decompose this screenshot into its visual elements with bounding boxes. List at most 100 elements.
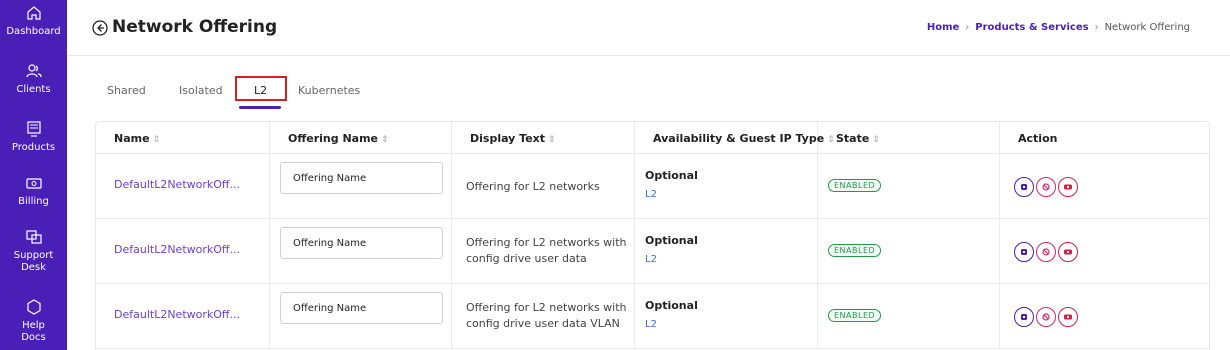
display-text-line: config drive user data: [466, 252, 587, 265]
main-content: Network Offering Home › Products & Service…: [67, 0, 1230, 350]
help-icon: [25, 298, 43, 316]
table-row: DefaultL2NetworkOff... Offering for L2 n…: [96, 219, 1209, 284]
sidebar-item-billing[interactable]: Billing: [0, 174, 67, 208]
cell-action: [1000, 154, 1209, 219]
tab-highlight-box: [235, 76, 287, 101]
breadcrumb-home[interactable]: Home: [927, 22, 959, 33]
sort-icon: ⇕: [872, 135, 880, 145]
offering-name-input[interactable]: [280, 162, 443, 194]
status-badge: ENABLED: [828, 244, 882, 257]
edit-icon: [1021, 249, 1027, 255]
cell-action: [1000, 219, 1209, 284]
cell-name: DefaultL2NetworkOff...: [96, 154, 270, 219]
disable-icon: [1042, 248, 1050, 256]
breadcrumb-current: Network Offering: [1104, 22, 1190, 33]
status-badge: ENABLED: [828, 309, 882, 322]
cell-availability: Optional L2: [635, 154, 818, 219]
display-text: Offering for L2 networks: [466, 179, 636, 195]
sidebar-item-label: Billing: [18, 196, 49, 207]
column-header-offering-name[interactable]: Offering Name ⇕: [270, 122, 452, 154]
cell-state: ENABLED: [818, 154, 1000, 219]
support-icon: [25, 228, 43, 246]
edit-icon: [1021, 184, 1027, 190]
offering-name-link[interactable]: DefaultL2NetworkOff...: [114, 308, 240, 321]
edit-button[interactable]: [1014, 177, 1034, 197]
money-icon: [25, 174, 43, 192]
breadcrumb-products-services[interactable]: Products & Services: [975, 22, 1088, 33]
cell-offering-name: [270, 154, 452, 219]
breadcrumb: Home › Products & Services › Network Offerin…: [927, 22, 1190, 33]
availability-value: Optional: [645, 234, 698, 247]
column-header-label: Action: [1018, 132, 1058, 145]
offering-name-link[interactable]: DefaultL2NetworkOff...: [114, 178, 240, 191]
sidebar-item-dashboard[interactable]: Dashboard: [0, 4, 67, 38]
cell-state: ENABLED: [818, 219, 1000, 284]
delete-icon: [1064, 314, 1072, 320]
delete-button[interactable]: [1058, 177, 1078, 197]
tab-shared[interactable]: Shared: [107, 78, 146, 97]
sidebar-item-help-docs[interactable]: Help Docs: [0, 298, 67, 344]
disable-button[interactable]: [1036, 242, 1056, 262]
column-header-label: State: [836, 132, 870, 145]
display-text-line: Offering for L2 networks with: [466, 236, 627, 249]
cell-availability: Optional L2: [635, 219, 818, 284]
sidebar-item-label: Support Desk: [13, 250, 54, 273]
delete-button[interactable]: [1058, 242, 1078, 262]
availability-value: Optional: [645, 299, 698, 312]
offering-name-input[interactable]: [280, 292, 443, 324]
sidebar-item-products[interactable]: Products: [0, 120, 67, 154]
server-icon: [25, 120, 43, 138]
sidebar-item-label: Products: [11, 142, 56, 153]
tab-kubernetes[interactable]: Kubernetes: [298, 78, 360, 97]
sidebar-item-label: Dashboard: [6, 26, 61, 37]
sidebar-item-clients[interactable]: Clients: [0, 62, 67, 96]
disable-icon: [1042, 183, 1050, 191]
chevron-right-icon: ›: [1094, 22, 1099, 33]
sort-icon: ⇕: [381, 135, 389, 145]
table-row: DefaultL2NetworkOff... Offering for L2 n…: [96, 284, 1209, 349]
disable-icon: [1042, 313, 1050, 321]
offering-name-link[interactable]: DefaultL2NetworkOff...: [114, 243, 240, 256]
active-tab-indicator: [239, 106, 281, 109]
status-badge: ENABLED: [828, 179, 882, 192]
delete-icon: [1064, 249, 1072, 255]
sidebar: Dashboard Clients Products Billing Suppo…: [0, 0, 67, 350]
chevron-right-icon: ›: [965, 22, 970, 33]
column-header-display-text[interactable]: Display Text ⇕: [452, 122, 635, 154]
delete-icon: [1064, 184, 1072, 190]
table-header: Name ⇕ Offering Name ⇕ Display Text ⇕ Avail…: [96, 122, 1209, 154]
cell-offering-name: [270, 284, 452, 349]
edit-button[interactable]: [1014, 242, 1034, 262]
display-text-line: Offering for L2 networks: [466, 180, 600, 193]
column-header-label: Offering Name: [288, 132, 379, 145]
page-title: Network Offering: [112, 17, 278, 37]
column-header-label: Availability & Guest IP Type: [653, 132, 825, 145]
sidebar-item-label: Clients: [16, 84, 51, 95]
guest-ip-type: L2: [645, 319, 657, 330]
edit-button[interactable]: [1014, 307, 1034, 327]
offering-name-input[interactable]: [280, 227, 443, 259]
home-icon: [25, 4, 43, 22]
display-text: Offering for L2 networks with config driv…: [466, 235, 636, 267]
cell-display-text: Offering for L2 networks with config driv…: [452, 284, 635, 349]
guest-ip-type: L2: [645, 254, 657, 265]
sidebar-item-support-desk[interactable]: Support Desk: [0, 228, 67, 274]
cell-action: [1000, 284, 1209, 349]
page-header: Network Offering Home › Products & Service…: [67, 0, 1230, 56]
delete-button[interactable]: [1058, 307, 1078, 327]
column-header-name[interactable]: Name ⇕: [96, 122, 270, 154]
disable-button[interactable]: [1036, 307, 1056, 327]
column-header-action: Action: [1000, 122, 1209, 154]
display-text-line: Offering for L2 networks with: [466, 301, 627, 314]
display-text-line: config drive user data VLAN: [466, 317, 620, 330]
cell-display-text: Offering for L2 networks: [452, 154, 635, 219]
column-header-availability[interactable]: Availability & Guest IP Type ⇕: [635, 122, 835, 154]
sort-icon: ⇕: [548, 135, 556, 145]
column-header-state[interactable]: State ⇕: [818, 122, 1000, 154]
cell-availability: Optional L2: [635, 284, 818, 349]
cell-name: DefaultL2NetworkOff...: [96, 219, 270, 284]
disable-button[interactable]: [1036, 177, 1056, 197]
back-arrow-icon[interactable]: [92, 20, 108, 36]
cell-name: DefaultL2NetworkOff...: [96, 284, 270, 349]
tab-isolated[interactable]: Isolated: [179, 78, 223, 97]
